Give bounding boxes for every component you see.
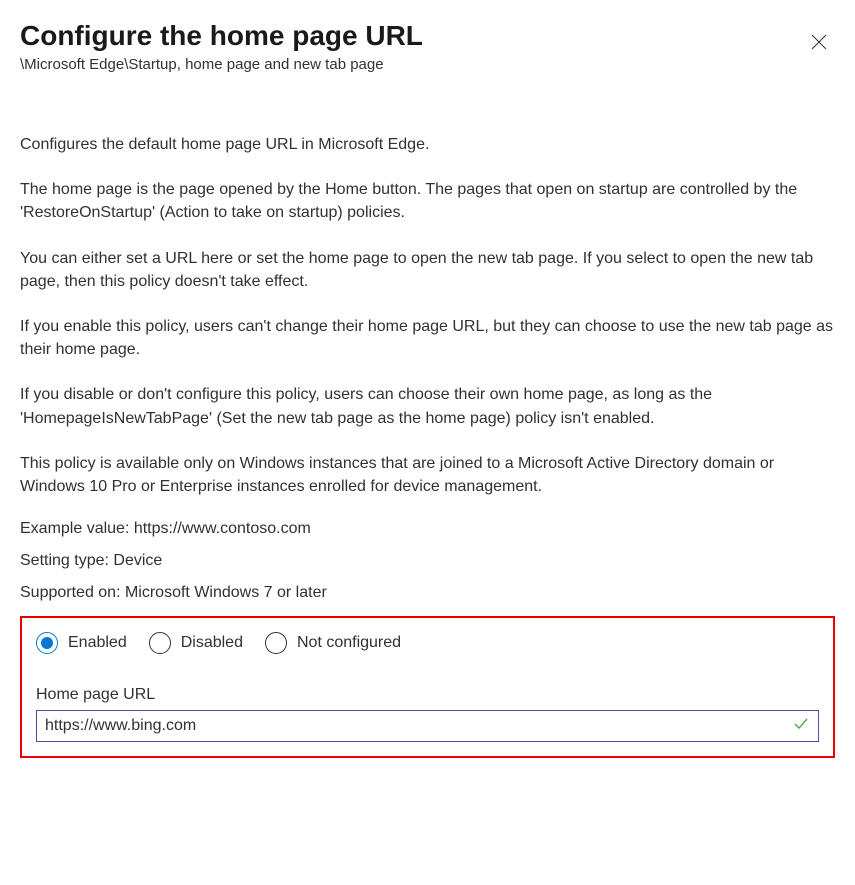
close-icon bbox=[811, 34, 827, 50]
radio-label: Not configured bbox=[297, 634, 401, 652]
radio-not-configured[interactable]: Not configured bbox=[265, 632, 401, 654]
home-page-url-label: Home page URL bbox=[36, 686, 819, 704]
close-button[interactable] bbox=[803, 26, 835, 58]
description-paragraph: Configures the default home page URL in … bbox=[20, 133, 835, 156]
home-page-url-input[interactable] bbox=[36, 710, 819, 742]
description-paragraph: If you disable or don't configure this p… bbox=[20, 383, 835, 429]
supported-on: Supported on: Microsoft Windows 7 or lat… bbox=[20, 584, 835, 602]
setting-type: Setting type: Device bbox=[20, 552, 835, 570]
description-paragraph: You can either set a URL here or set the… bbox=[20, 247, 835, 293]
example-value: Example value: https://www.contoso.com bbox=[20, 520, 835, 538]
description-paragraph: This policy is available only on Windows… bbox=[20, 452, 835, 498]
description-paragraph: If you enable this policy, users can't c… bbox=[20, 315, 835, 361]
config-section: Enabled Disabled Not configured Home pag… bbox=[20, 616, 835, 758]
state-radio-group: Enabled Disabled Not configured bbox=[36, 632, 819, 654]
page-title: Configure the home page URL bbox=[20, 20, 423, 52]
radio-icon bbox=[149, 632, 171, 654]
radio-icon bbox=[265, 632, 287, 654]
radio-disabled[interactable]: Disabled bbox=[149, 632, 243, 654]
breadcrumb: \Microsoft Edge\Startup, home page and n… bbox=[20, 56, 423, 73]
policy-description: Configures the default home page URL in … bbox=[20, 133, 835, 498]
radio-enabled[interactable]: Enabled bbox=[36, 632, 127, 654]
radio-label: Disabled bbox=[181, 634, 243, 652]
description-paragraph: The home page is the page opened by the … bbox=[20, 178, 835, 224]
radio-icon bbox=[36, 632, 58, 654]
radio-label: Enabled bbox=[68, 634, 127, 652]
